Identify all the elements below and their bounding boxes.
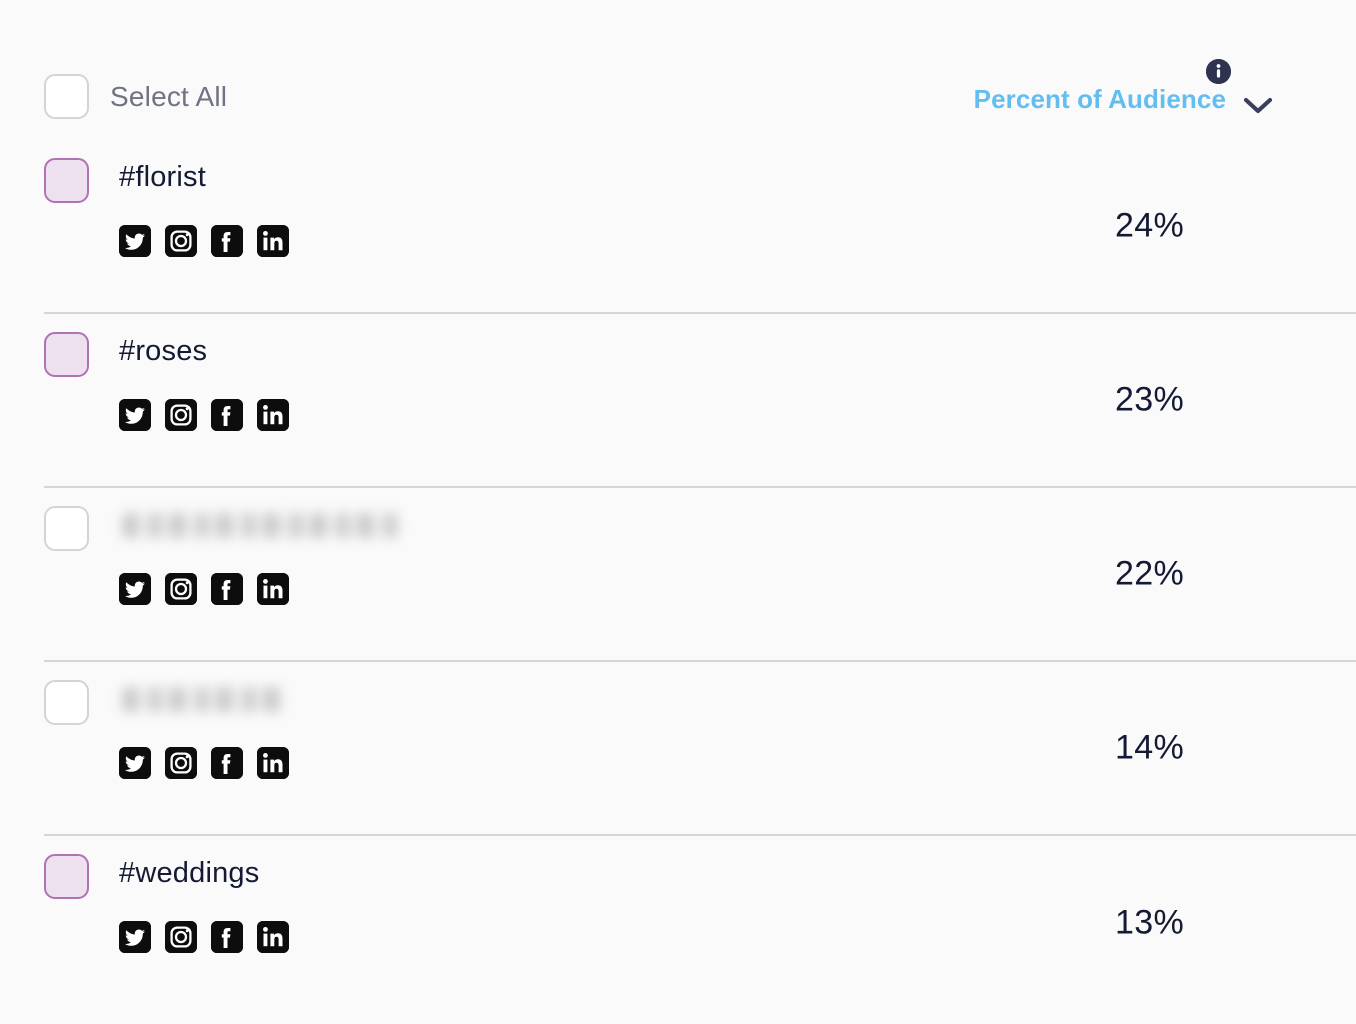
select-all-checkbox[interactable] — [44, 74, 89, 119]
facebook-icon[interactable] — [211, 225, 243, 257]
hashtag-label: #roses — [119, 335, 208, 367]
facebook-icon[interactable] — [211, 399, 243, 431]
row-checkbox[interactable] — [44, 158, 89, 203]
info-icon[interactable] — [1206, 59, 1231, 84]
tag-block: #florist — [119, 158, 289, 257]
social-network-icons — [119, 747, 289, 779]
twitter-icon[interactable] — [119, 399, 151, 431]
hashtag-rows: #florist 24% #roses 23% 22% 14% #weddings 13% — [0, 140, 1356, 1010]
row-main: #roses — [44, 332, 289, 431]
social-network-icons — [119, 921, 289, 953]
row-main — [44, 506, 397, 605]
linkedin-icon[interactable] — [257, 225, 289, 257]
row-main — [44, 680, 289, 779]
percent-value: 23% — [1115, 380, 1184, 419]
tag-block — [119, 506, 397, 605]
instagram-icon[interactable] — [165, 573, 197, 605]
hashtag-audience-panel: Select All Percent of Audience #florist … — [0, 0, 1356, 1024]
instagram-icon[interactable] — [165, 399, 197, 431]
row-checkbox[interactable] — [44, 854, 89, 899]
table-row[interactable]: 14% — [44, 662, 1356, 836]
linkedin-icon[interactable] — [257, 399, 289, 431]
linkedin-icon[interactable] — [257, 747, 289, 779]
facebook-icon[interactable] — [211, 747, 243, 779]
hashtag-label — [119, 680, 289, 718]
row-main: #florist — [44, 158, 289, 257]
instagram-icon[interactable] — [165, 921, 197, 953]
tag-block — [119, 680, 289, 779]
instagram-icon[interactable] — [165, 225, 197, 257]
percent-value: 13% — [1115, 903, 1184, 942]
percent-value: 24% — [1115, 206, 1184, 245]
metric-label-wrap: Percent of Audience — [974, 59, 1231, 115]
facebook-icon[interactable] — [211, 921, 243, 953]
linkedin-icon[interactable] — [257, 921, 289, 953]
percent-value: 14% — [1115, 728, 1184, 767]
facebook-icon[interactable] — [211, 573, 243, 605]
row-main: #weddings — [44, 854, 289, 953]
social-network-icons — [119, 399, 289, 431]
table-row[interactable]: 22% — [44, 488, 1356, 662]
social-network-icons — [119, 573, 397, 605]
hashtag-label: #weddings — [119, 857, 260, 889]
linkedin-icon[interactable] — [257, 573, 289, 605]
metric-selector[interactable]: Percent of Audience — [974, 59, 1273, 116]
percent-value: 22% — [1115, 554, 1184, 593]
row-checkbox[interactable] — [44, 332, 89, 377]
instagram-icon[interactable] — [165, 747, 197, 779]
hashtag-label — [119, 506, 397, 544]
twitter-icon[interactable] — [119, 747, 151, 779]
table-row[interactable]: #florist 24% — [44, 140, 1356, 314]
row-checkbox[interactable] — [44, 506, 89, 551]
select-all-label: Select All — [110, 80, 228, 112]
metric-label[interactable]: Percent of Audience — [974, 84, 1226, 115]
chevron-down-icon[interactable] — [1243, 96, 1273, 116]
twitter-icon[interactable] — [119, 573, 151, 605]
social-network-icons — [119, 225, 289, 257]
table-row[interactable]: #roses 23% — [44, 314, 1356, 488]
select-all-group[interactable]: Select All — [44, 74, 227, 119]
tag-block: #roses — [119, 332, 289, 431]
tag-block: #weddings — [119, 854, 289, 953]
twitter-icon[interactable] — [119, 921, 151, 953]
twitter-icon[interactable] — [119, 225, 151, 257]
table-row[interactable]: #weddings 13% — [44, 836, 1356, 1010]
row-checkbox[interactable] — [44, 680, 89, 725]
hashtag-label: #florist — [119, 161, 207, 193]
list-header: Select All Percent of Audience — [0, 0, 1356, 140]
